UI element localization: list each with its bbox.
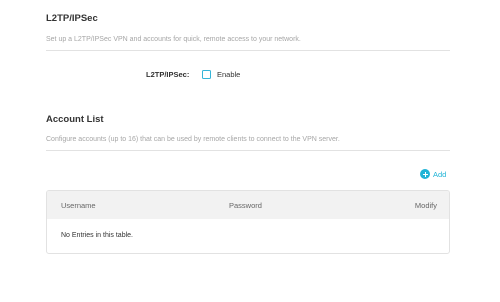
l2tp-section-divider xyxy=(46,50,450,51)
table-body: No Entries in this table. xyxy=(47,219,449,253)
l2tp-enable-row: L2TP/IPSec: Enable xyxy=(0,70,500,82)
add-button-label: Add xyxy=(433,169,447,179)
l2tp-section-description: Set up a L2TP/IPSec VPN and accounts for… xyxy=(46,36,301,43)
empty-table-message: No Entries in this table. xyxy=(61,232,133,239)
column-header-password: Password xyxy=(229,201,262,210)
account-list-description: Configure accounts (up to 16) that can b… xyxy=(46,136,340,143)
l2tp-enable-checkbox[interactable] xyxy=(202,70,211,79)
table-header: Username Password Modify xyxy=(47,191,449,219)
column-header-username: Username xyxy=(61,201,96,210)
vpn-settings-page: L2TP/IPSec Set up a L2TP/IPSec VPN and a… xyxy=(0,0,500,302)
column-header-modify: Modify xyxy=(414,201,437,210)
account-list-title: Account List xyxy=(46,114,104,125)
l2tp-section-title: L2TP/IPSec xyxy=(46,13,98,24)
add-account-button[interactable]: Add xyxy=(420,168,446,180)
l2tp-field-label: L2TP/IPSec: xyxy=(146,70,190,79)
account-list-divider xyxy=(46,150,450,151)
account-table: Username Password Modify No Entries in t… xyxy=(46,190,450,254)
l2tp-enable-label[interactable]: Enable xyxy=(217,70,240,79)
plus-circle-icon xyxy=(420,169,430,179)
